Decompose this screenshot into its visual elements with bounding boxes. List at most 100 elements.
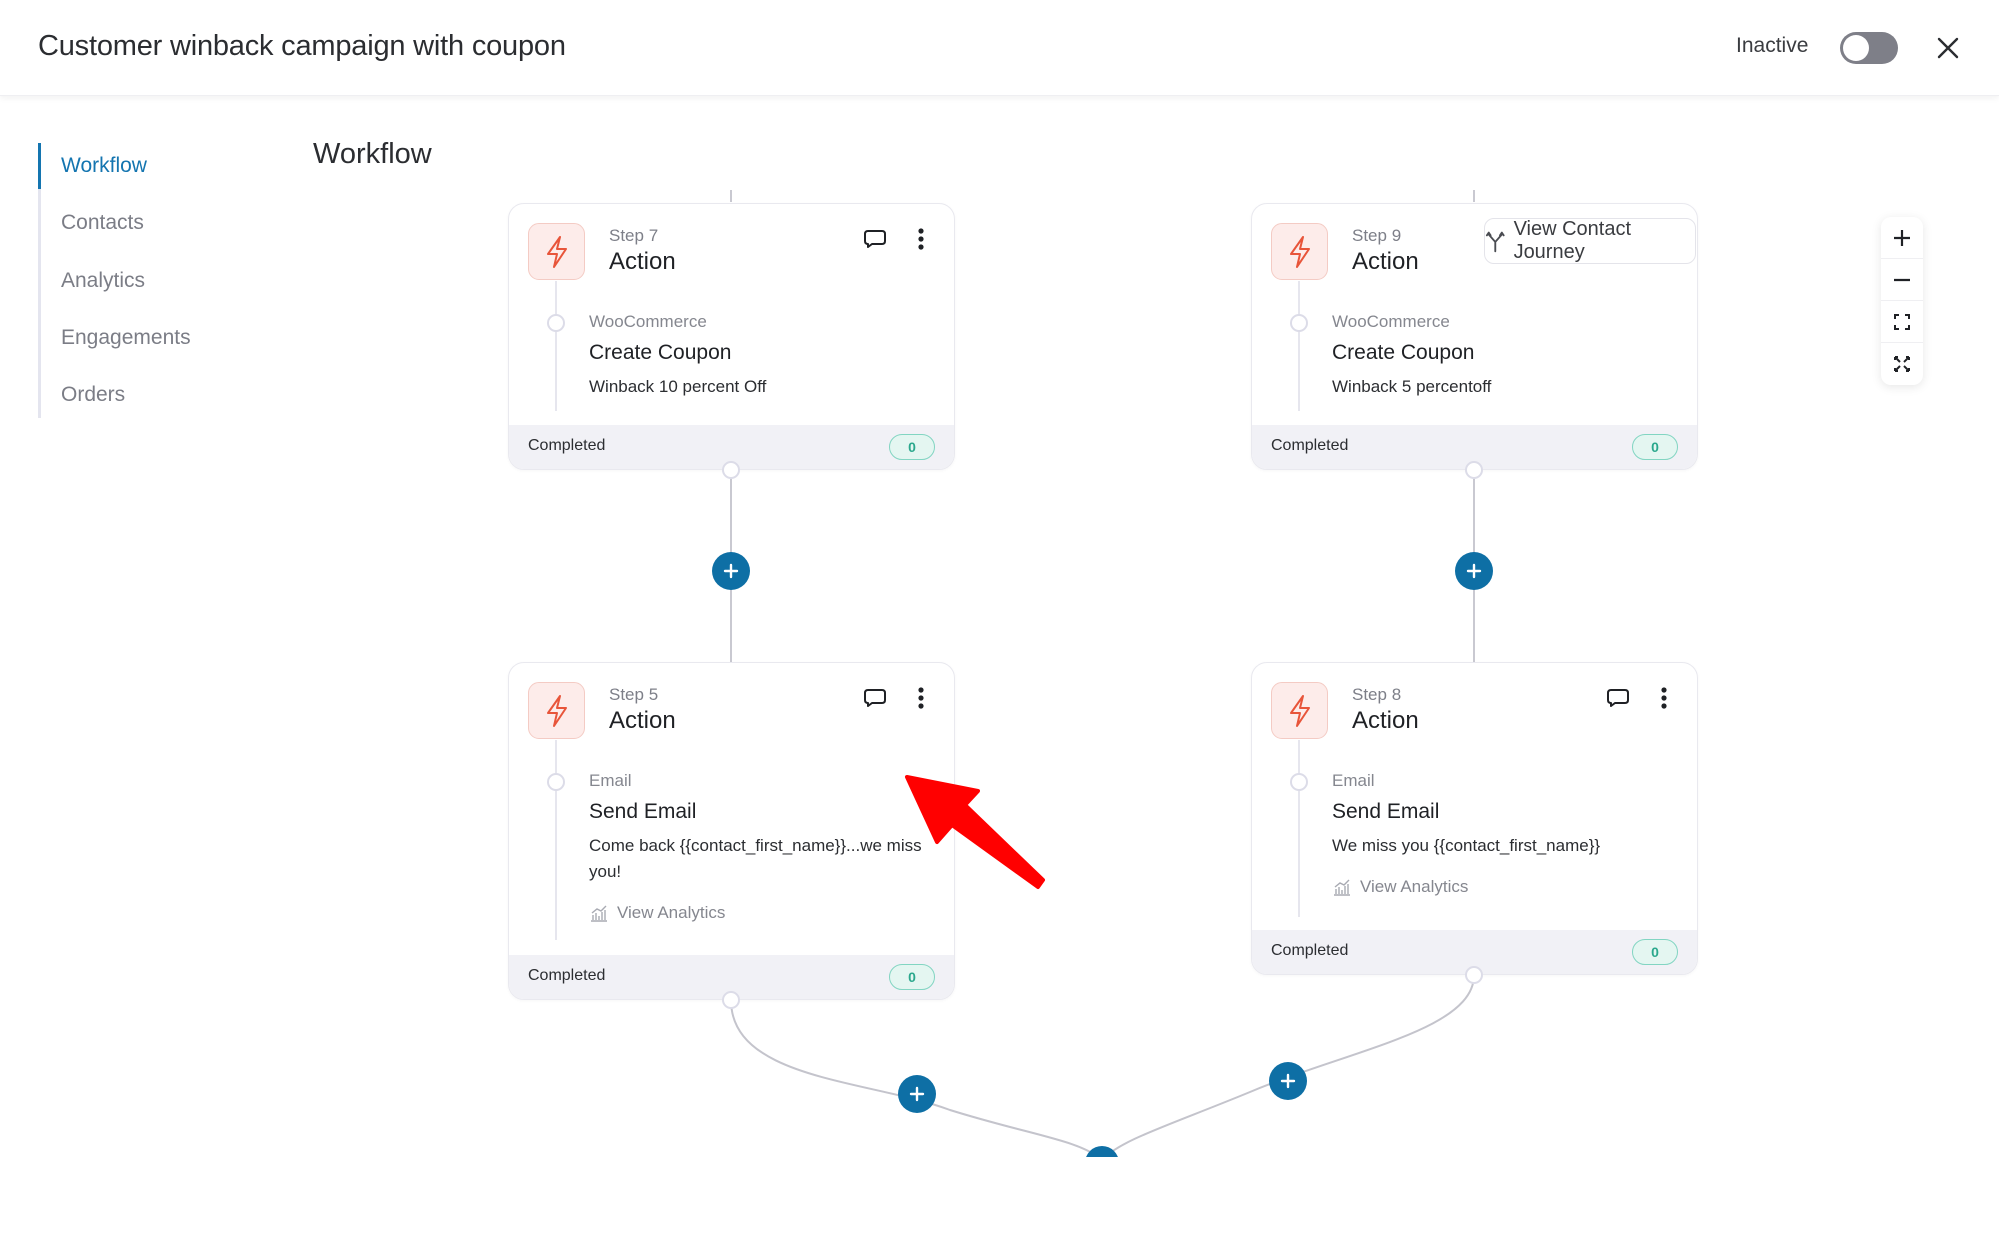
timeline-dot <box>1290 773 1308 791</box>
add-step-button[interactable] <box>898 1075 936 1113</box>
plus-icon <box>1466 563 1482 579</box>
step-type: Action <box>1352 707 1419 734</box>
view-analytics-label: View Analytics <box>617 903 726 922</box>
fullscreen-button[interactable] <box>1881 343 1923 385</box>
campaign-title: Customer winback campaign with coupon <box>38 30 566 62</box>
output-handle[interactable] <box>722 461 740 479</box>
analytics-chart-icon <box>1334 879 1350 896</box>
action-icon-box <box>1271 682 1328 739</box>
action-description: We miss you {{contact_first_name}} <box>1332 836 1601 855</box>
view-analytics-link[interactable]: View Analytics <box>589 903 725 923</box>
note-button[interactable] <box>862 226 888 252</box>
zoom-out-button[interactable] <box>1881 259 1923 301</box>
step-status: Completed <box>528 437 606 454</box>
timeline-dot <box>1290 314 1308 332</box>
zoom-out-icon <box>1894 278 1910 281</box>
completed-count-badge[interactable]: 0 <box>1632 939 1678 965</box>
action-description: Winback 10 percent Off <box>589 377 767 396</box>
completed-count-badge[interactable]: 0 <box>1632 434 1678 460</box>
timeline-line <box>555 281 557 411</box>
kebab-menu-icon <box>918 687 924 709</box>
step-type: Action <box>1352 248 1419 275</box>
analytics-chart-icon <box>591 905 607 922</box>
action-icon-box <box>528 223 585 280</box>
step-number: Step 9 <box>1352 226 1402 245</box>
step-card-5[interactable]: Step 5 Action Email Send Email Come back… <box>508 662 955 1000</box>
sidebar-item-workflow[interactable]: Workflow <box>61 154 147 178</box>
plus-icon <box>909 1086 925 1102</box>
sidebar-item-analytics[interactable]: Analytics <box>61 269 145 293</box>
page-title: Workflow <box>313 138 432 170</box>
lightning-icon <box>546 694 567 727</box>
action-description: Come back {{contact_first_name}}...we mi… <box>589 836 922 881</box>
step-number: Step 8 <box>1352 685 1402 704</box>
comment-icon <box>1607 689 1629 707</box>
view-contact-journey-label: View Contact Journey <box>1513 218 1632 263</box>
view-analytics-label: View Analytics <box>1360 877 1469 896</box>
sidebar-item-contacts[interactable]: Contacts <box>61 211 144 235</box>
action-description: Winback 5 percentoff <box>1332 377 1492 396</box>
branch-icon <box>1485 231 1505 253</box>
action-name: Create Coupon <box>589 341 732 364</box>
toggle-knob <box>1843 35 1869 61</box>
note-button[interactable] <box>1605 685 1631 711</box>
output-handle[interactable] <box>722 991 740 1009</box>
active-nav-indicator <box>38 143 41 189</box>
lightning-icon <box>1289 235 1310 268</box>
step-card-8[interactable]: Step 8 Action Email Send Email We miss y… <box>1251 662 1698 975</box>
step-status: Completed <box>1271 437 1349 454</box>
close-button[interactable] <box>1930 30 1966 66</box>
timeline-dot <box>547 773 565 791</box>
sidebar-item-orders[interactable]: Orders <box>61 383 125 407</box>
timeline-line <box>1298 740 1300 917</box>
merge-node <box>1086 1146 1118 1157</box>
fit-view-button[interactable] <box>1881 301 1923 343</box>
workflow-canvas[interactable]: Step 7 Action WooCommerce Create Coupon … <box>250 180 1999 1157</box>
timeline-line <box>1298 281 1300 411</box>
step-card-7[interactable]: Step 7 Action WooCommerce Create Coupon … <box>508 203 955 470</box>
view-contact-journey-button[interactable]: View Contact Journey <box>1484 218 1696 264</box>
app-name: WooCommerce <box>589 312 707 331</box>
close-icon <box>1937 37 1959 59</box>
timeline-line <box>555 740 557 940</box>
output-handle[interactable] <box>1465 966 1483 984</box>
action-name: Send Email <box>589 800 697 823</box>
comment-icon <box>864 230 886 248</box>
step-number: Step 7 <box>609 226 659 245</box>
plus-icon <box>723 563 739 579</box>
output-handle[interactable] <box>1465 461 1483 479</box>
step-status: Completed <box>1271 942 1349 959</box>
completed-count-badge[interactable]: 0 <box>889 964 935 990</box>
add-step-button[interactable] <box>1455 552 1493 590</box>
step-type: Action <box>609 707 676 734</box>
more-options-button[interactable] <box>1657 683 1671 713</box>
app-name: Email <box>589 771 632 790</box>
add-step-button[interactable] <box>1269 1062 1307 1100</box>
action-name: Create Coupon <box>1332 341 1475 364</box>
add-step-button[interactable] <box>712 552 750 590</box>
top-bar: Customer winback campaign with coupon In… <box>0 0 1999 96</box>
action-name: Send Email <box>1332 800 1440 823</box>
comment-icon <box>864 689 886 707</box>
view-analytics-link[interactable]: View Analytics <box>1332 877 1468 897</box>
sidebar-nav: Workflow Contacts Analytics Engagements … <box>38 143 238 418</box>
app-name: Email <box>1332 771 1375 790</box>
action-icon-box <box>528 682 585 739</box>
status-label: Inactive <box>1736 34 1809 57</box>
fit-view-icon <box>1894 313 1910 330</box>
step-type: Action <box>609 248 676 275</box>
completed-count-badge[interactable]: 0 <box>889 434 935 460</box>
kebab-menu-icon <box>918 228 924 250</box>
fullscreen-icon <box>1894 356 1910 372</box>
action-icon-box <box>1271 223 1328 280</box>
zoom-in-button[interactable] <box>1881 217 1923 259</box>
sidebar-item-engagements[interactable]: Engagements <box>61 326 191 350</box>
note-button[interactable] <box>862 685 888 711</box>
plus-icon <box>1280 1073 1296 1089</box>
timeline-dot <box>547 314 565 332</box>
more-options-button[interactable] <box>914 683 928 713</box>
more-options-button[interactable] <box>914 224 928 254</box>
zoom-in-icon <box>1894 229 1910 246</box>
active-toggle[interactable] <box>1840 32 1898 64</box>
kebab-menu-icon <box>1661 687 1667 709</box>
